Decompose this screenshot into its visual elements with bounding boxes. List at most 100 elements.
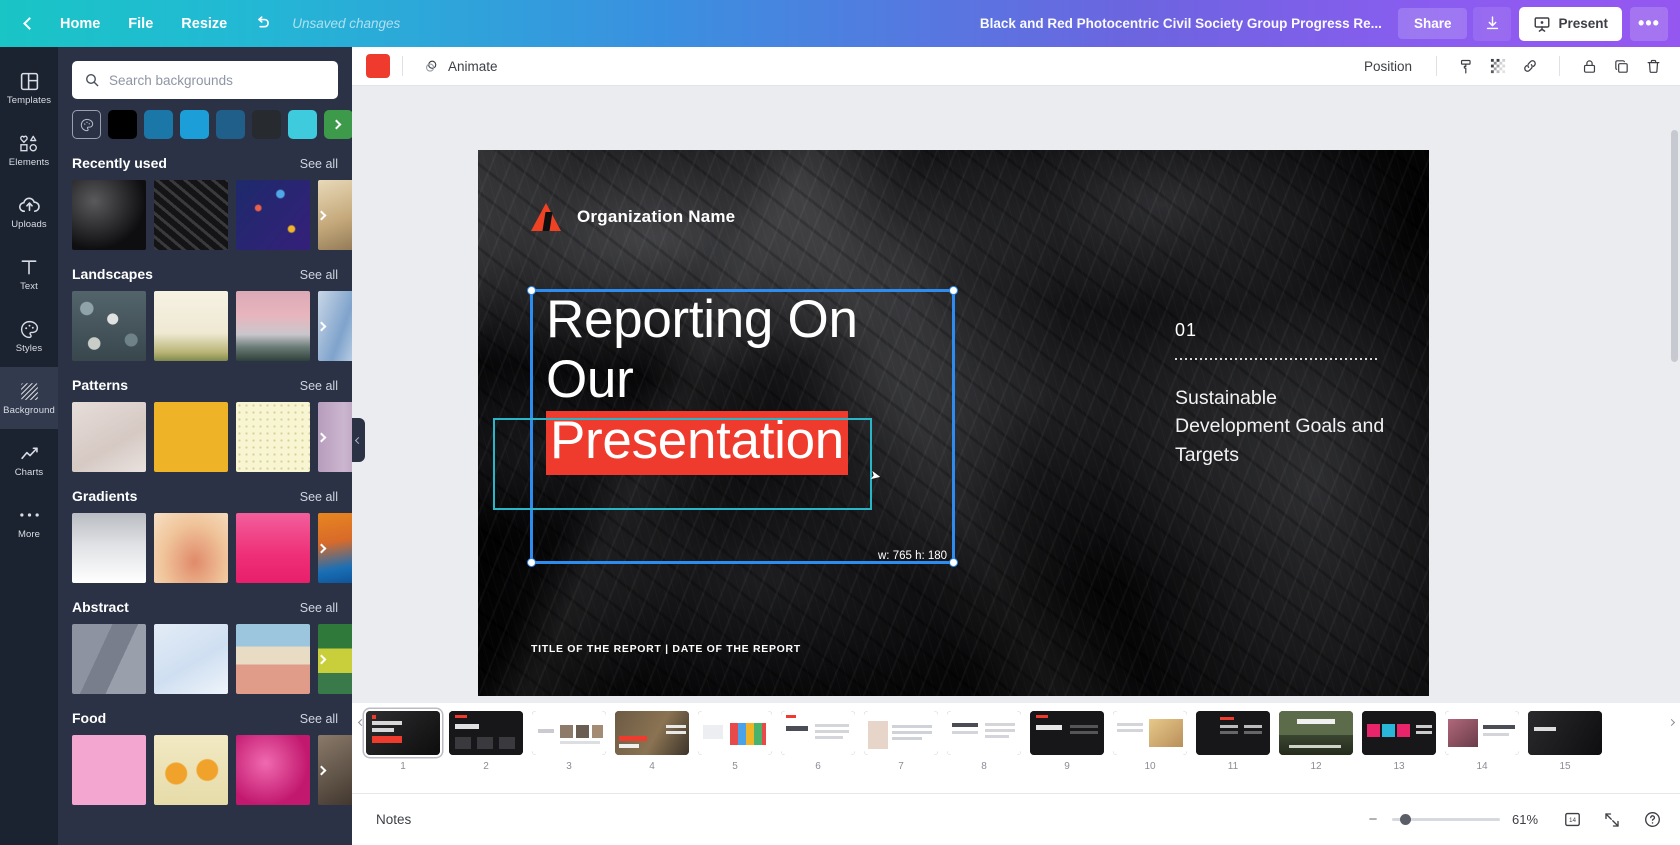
resize-handle-br[interactable] <box>949 558 958 567</box>
color-picker-button[interactable] <box>72 110 101 139</box>
text-color-button[interactable] <box>366 54 390 78</box>
slide-thumbnail-item[interactable]: 13 <box>1362 711 1436 772</box>
swatch-next-button[interactable] <box>328 116 344 132</box>
zoom-slider-knob[interactable] <box>1400 814 1411 825</box>
row-next-button[interactable] <box>312 317 330 335</box>
background-thumb[interactable] <box>154 624 228 694</box>
slide-thumbnail-preview[interactable] <box>1362 711 1436 755</box>
copy-style-button[interactable] <box>1451 51 1481 81</box>
slide-thumbnail-item[interactable]: 12 <box>1279 711 1353 772</box>
home-menu[interactable]: Home <box>46 9 114 39</box>
search-box[interactable] <box>72 61 338 99</box>
slide-thumbnail-preview[interactable] <box>449 711 523 755</box>
slide-thumbnail-item[interactable]: 8 <box>947 711 1021 772</box>
slide-thumbnail-preview[interactable] <box>781 711 855 755</box>
background-thumb[interactable] <box>154 180 228 250</box>
slide-thumbnail-preview[interactable] <box>532 711 606 755</box>
background-thumb[interactable] <box>154 513 228 583</box>
duplicate-button[interactable] <box>1606 51 1636 81</box>
background-thumb[interactable] <box>236 624 310 694</box>
slide-thumbnail-item[interactable]: 11 <box>1196 711 1270 772</box>
slide-thumbnail-item[interactable]: 9 <box>1030 711 1104 772</box>
swatch-1[interactable] <box>144 110 173 139</box>
slide-thumbnail-preview[interactable] <box>366 711 440 755</box>
resize-handle-bl[interactable] <box>527 558 536 567</box>
see-all-link[interactable]: See all <box>300 379 338 393</box>
slide-thumbnail-item[interactable]: 10 <box>1113 711 1187 772</box>
row-next-button[interactable] <box>312 539 330 557</box>
zoom-out-button[interactable]: − <box>1366 811 1380 828</box>
transparency-button[interactable] <box>1483 51 1513 81</box>
slide-thumbnail-preview[interactable] <box>1196 711 1270 755</box>
row-next-button[interactable] <box>312 206 330 224</box>
slide-thumbnail-preview[interactable] <box>1113 711 1187 755</box>
slide-thumbnail-preview[interactable] <box>864 711 938 755</box>
page-count-button[interactable]: 14 <box>1558 806 1586 834</box>
swatch-4[interactable] <box>252 110 281 139</box>
background-thumb[interactable] <box>72 513 146 583</box>
back-button[interactable] <box>12 4 46 44</box>
organization-name[interactable]: Organization Name <box>577 207 735 227</box>
share-button[interactable]: Share <box>1397 8 1468 39</box>
slide-thumbnail-preview[interactable] <box>615 711 689 755</box>
search-input[interactable] <box>109 72 326 88</box>
slide-thumbnail-item[interactable]: 4 <box>615 711 689 772</box>
background-thumb[interactable] <box>72 291 146 361</box>
file-menu[interactable]: File <box>114 9 167 39</box>
position-button[interactable]: Position <box>1354 53 1422 80</box>
canvas-vertical-scrollbar[interactable] <box>1671 130 1678 702</box>
swatch-5[interactable] <box>288 110 317 139</box>
present-button[interactable]: Present <box>1519 6 1622 41</box>
swatch-0[interactable] <box>108 110 137 139</box>
background-thumb[interactable] <box>236 402 310 472</box>
slide-thumbnail-preview[interactable] <box>1445 711 1519 755</box>
slide-thumbnail-preview[interactable] <box>1030 711 1104 755</box>
row-next-button[interactable] <box>312 650 330 668</box>
sidebar-item-charts[interactable]: Charts <box>0 429 58 491</box>
slide-thumbnail-item[interactable]: 5 <box>698 711 772 772</box>
sidebar-item-templates[interactable]: Templates <box>0 57 58 119</box>
document-title[interactable]: Black and Red Photocentric Civil Society… <box>980 16 1382 31</box>
slide-title-text[interactable]: Reporting On Our Presentation <box>546 290 971 476</box>
slide-thumbnail-item[interactable]: 3 <box>532 711 606 772</box>
panel-collapse-button[interactable] <box>352 418 365 462</box>
background-thumb[interactable] <box>236 180 310 250</box>
sidebar-item-elements[interactable]: Elements <box>0 119 58 181</box>
zoom-slider[interactable] <box>1392 814 1500 825</box>
slide-thumbnail-item[interactable]: 14 <box>1445 711 1519 772</box>
slide-thumbnail-preview[interactable] <box>698 711 772 755</box>
strip-next-button[interactable] <box>1664 715 1678 729</box>
link-button[interactable] <box>1515 51 1545 81</box>
sidebar-item-more[interactable]: More <box>0 491 58 553</box>
background-thumb[interactable] <box>72 402 146 472</box>
slide-thumbnail-item[interactable]: 2 <box>449 711 523 772</box>
row-next-button[interactable] <box>312 428 330 446</box>
notes-button[interactable]: Notes <box>368 806 419 833</box>
fullscreen-button[interactable] <box>1598 806 1626 834</box>
animate-button[interactable]: Animate <box>415 53 506 80</box>
swatch-3[interactable] <box>216 110 245 139</box>
background-thumb[interactable] <box>154 402 228 472</box>
slide-thumbnail-strip[interactable]: 1 2 3 4 5 6 7 8 9 10 11 12 13 14 15 <box>352 703 1680 793</box>
slide-thumbnail-preview[interactable] <box>1528 711 1602 755</box>
background-thumb[interactable] <box>72 624 146 694</box>
see-all-link[interactable]: See all <box>300 601 338 615</box>
swatch-2[interactable] <box>180 110 209 139</box>
resize-handle-tl[interactable] <box>527 286 536 295</box>
see-all-link[interactable]: See all <box>300 490 338 504</box>
slide-side-block[interactable]: 01 Sustainable Development Goals and Tar… <box>1175 320 1385 469</box>
background-thumb[interactable] <box>72 735 146 805</box>
strip-prev-button[interactable] <box>354 715 368 729</box>
background-thumb[interactable] <box>236 291 310 361</box>
see-all-link[interactable]: See all <box>300 712 338 726</box>
scrollbar-thumb[interactable] <box>1671 130 1678 362</box>
help-button[interactable] <box>1638 806 1666 834</box>
sidebar-item-background[interactable]: Background <box>0 367 58 429</box>
slide-canvas[interactable]: Organization Name Reporting On Our Prese… <box>478 150 1429 696</box>
see-all-link[interactable]: See all <box>300 157 338 171</box>
row-next-button[interactable] <box>312 761 330 779</box>
background-thumb[interactable] <box>154 735 228 805</box>
resize-menu[interactable]: Resize <box>167 9 241 39</box>
undo-button[interactable] <box>241 8 284 39</box>
canvas-area[interactable]: Organization Name Reporting On Our Prese… <box>352 86 1680 707</box>
